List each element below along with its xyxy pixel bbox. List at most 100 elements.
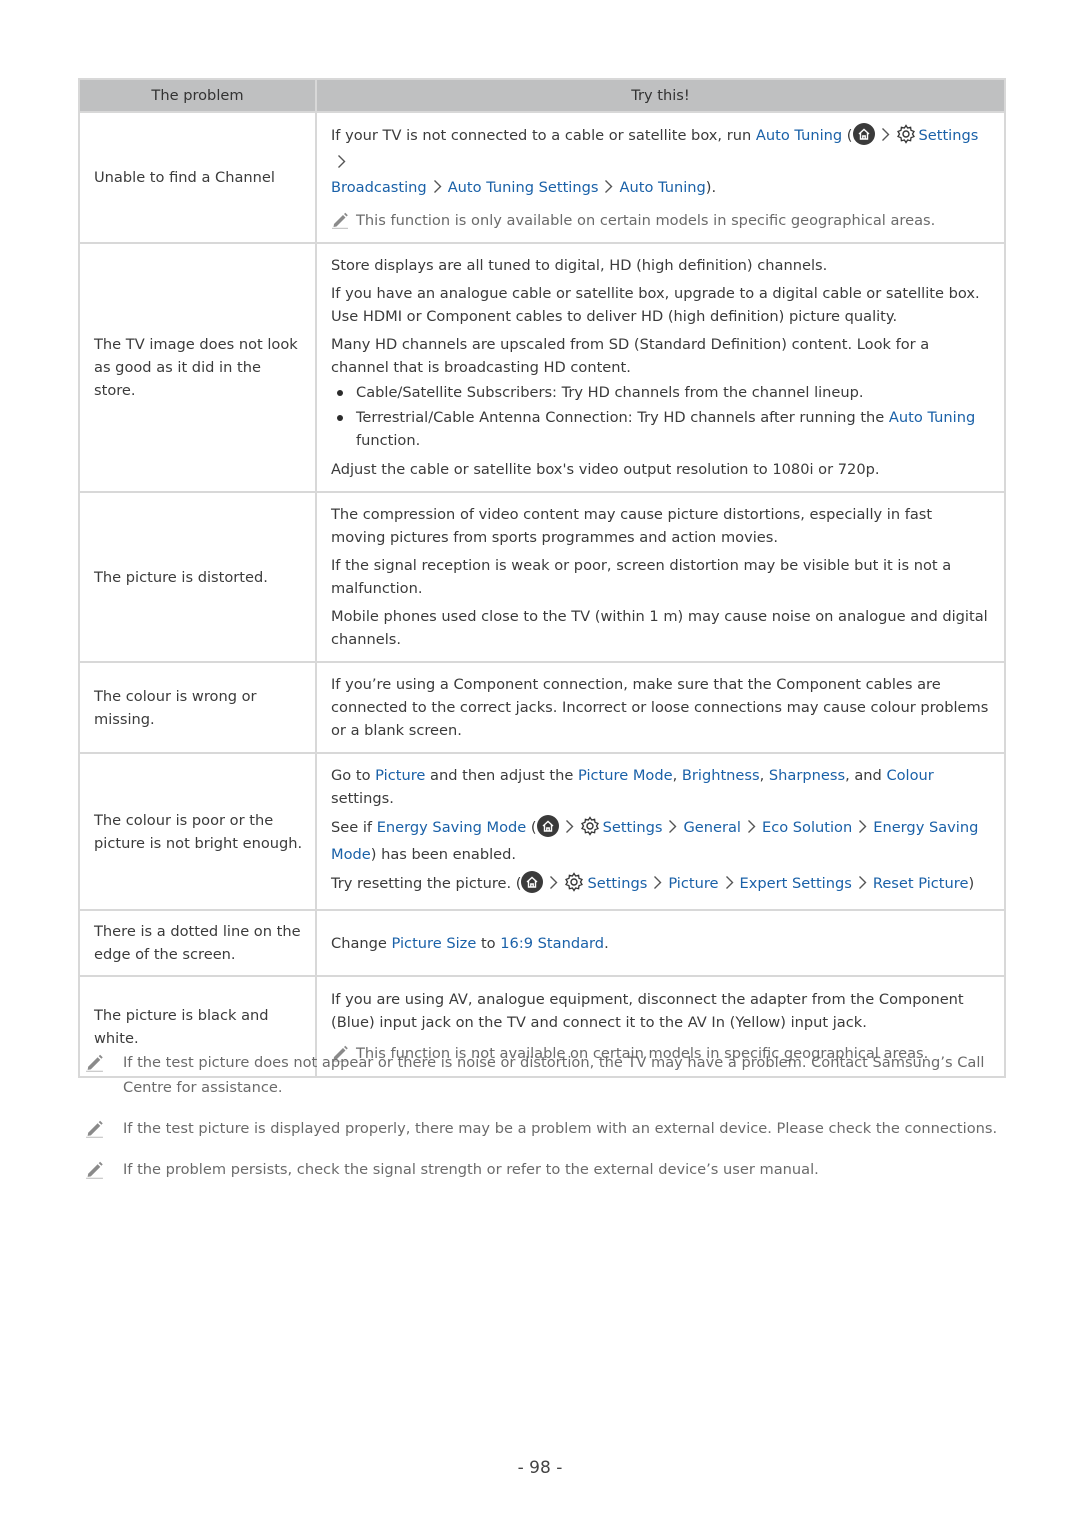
problem-cell: Unable to find a Channel bbox=[78, 111, 317, 244]
solution-paragraph: If the signal reception is weak or poor,… bbox=[331, 557, 952, 597]
text: ) has been enabled. bbox=[370, 846, 517, 863]
troubleshooting-table: The problem Try this! Unable to find a C… bbox=[78, 78, 1006, 1078]
bullet-item: Terrestrial/Cable Antenna Connection: Tr… bbox=[331, 406, 990, 452]
link-settings[interactable]: Settings bbox=[603, 819, 663, 836]
text: , bbox=[672, 767, 682, 784]
solution-paragraph: If you have an analogue cable or satelli… bbox=[331, 285, 980, 325]
solution-cell: If your TV is not connected to a cable o… bbox=[315, 111, 1006, 244]
solution-paragraph: Store displays are all tuned to digital,… bbox=[331, 257, 828, 274]
chevron-right-icon bbox=[725, 874, 734, 897]
text: Go to bbox=[331, 767, 376, 784]
solution-paragraph: The compression of video content may cau… bbox=[331, 506, 933, 546]
solution-paragraph: Change Picture Size to 16:9 Standard. bbox=[331, 932, 990, 955]
text: If your TV is not connected to a cable o… bbox=[331, 127, 756, 144]
note: This function is only available on certa… bbox=[331, 209, 990, 232]
header-problem: The problem bbox=[78, 78, 317, 113]
solution-paragraph: If you’re using a Component connection, … bbox=[331, 676, 989, 739]
solution-paragraph: If you are using AV, analogue equipment,… bbox=[331, 991, 964, 1031]
footnote: If the test picture is displayed properl… bbox=[78, 1116, 1008, 1141]
footnote-text: If the test picture does not appear or t… bbox=[123, 1054, 985, 1096]
link-picture[interactable]: Picture bbox=[375, 767, 425, 784]
text: to bbox=[476, 934, 501, 952]
link-16-9-standard[interactable]: 16:9 Standard bbox=[500, 935, 604, 952]
header-solution: Try this! bbox=[315, 78, 1006, 113]
solution-paragraph: Many HD channels are upscaled from SD (S… bbox=[331, 336, 930, 376]
text: ). bbox=[705, 179, 717, 196]
chevron-right-icon bbox=[858, 818, 867, 841]
problem-cell: The picture is distorted. bbox=[78, 491, 317, 663]
table-row: The colour is wrong or missing. If you’r… bbox=[78, 661, 1006, 754]
link-settings[interactable]: Settings bbox=[587, 875, 647, 892]
chevron-right-icon bbox=[337, 153, 346, 176]
solution-cell: If you’re using a Component connection, … bbox=[315, 661, 1006, 754]
chevron-right-icon bbox=[668, 818, 677, 841]
solution-paragraph: Adjust the cable or satellite box's vide… bbox=[331, 461, 880, 478]
text: Try resetting the picture. ( bbox=[331, 875, 522, 892]
chevron-right-icon bbox=[433, 178, 442, 201]
table-header-row: The problem Try this! bbox=[78, 78, 1006, 113]
problem-cell: The colour is poor or the picture is not… bbox=[78, 752, 317, 911]
footnote: If the test picture does not appear or t… bbox=[78, 1050, 1008, 1100]
pencil-icon bbox=[86, 1161, 103, 1179]
link-general[interactable]: General bbox=[683, 819, 741, 836]
chevron-right-icon bbox=[747, 818, 756, 841]
gear-icon bbox=[564, 872, 584, 899]
link-picture-size[interactable]: Picture Size bbox=[392, 935, 477, 952]
link-auto-tuning[interactable]: Auto Tuning bbox=[889, 409, 975, 426]
footnotes: If the test picture does not appear or t… bbox=[78, 1050, 1008, 1198]
problem-cell: The TV image does not look as good as it… bbox=[78, 242, 317, 493]
chevron-right-icon bbox=[858, 874, 867, 897]
table-row: There is a dotted line on the edge of th… bbox=[78, 909, 1006, 977]
home-icon bbox=[521, 871, 544, 893]
link-expert-settings[interactable]: Expert Settings bbox=[740, 875, 852, 892]
chevron-right-icon bbox=[604, 178, 613, 201]
solution-paragraph: If your TV is not connected to a cable o… bbox=[331, 123, 990, 201]
table-row: The colour is poor or the picture is not… bbox=[78, 752, 1006, 911]
link-auto-tuning[interactable]: Auto Tuning bbox=[756, 127, 842, 144]
pencil-icon bbox=[86, 1054, 103, 1072]
chevron-right-icon bbox=[549, 874, 558, 897]
text: function. bbox=[356, 432, 421, 449]
pencil-icon bbox=[332, 212, 348, 229]
text: , bbox=[759, 767, 769, 784]
gear-icon bbox=[580, 816, 600, 843]
problem-cell: There is a dotted line on the edge of th… bbox=[78, 909, 317, 977]
page-number: - 98 - bbox=[517, 1458, 563, 1478]
link-settings[interactable]: Settings bbox=[919, 127, 979, 144]
text: , and bbox=[845, 767, 887, 784]
text: See if bbox=[331, 819, 377, 836]
link-auto-tuning[interactable]: Auto Tuning bbox=[619, 179, 705, 196]
text: . bbox=[604, 934, 609, 952]
solution-cell: Change Picture Size to 16:9 Standard. bbox=[315, 909, 1006, 977]
text: Change bbox=[331, 934, 392, 952]
text: settings. bbox=[331, 790, 394, 807]
link-sharpness[interactable]: Sharpness bbox=[769, 767, 845, 784]
link-auto-tuning-settings[interactable]: Auto Tuning Settings bbox=[448, 179, 599, 196]
bullet-item: Cable/Satellite Subscribers: Try HD chan… bbox=[331, 381, 990, 404]
pencil-icon bbox=[86, 1120, 103, 1138]
solution-cell: Store displays are all tuned to digital,… bbox=[315, 242, 1006, 493]
text: ) bbox=[968, 875, 975, 892]
link-energy-saving-mode[interactable]: Energy Saving Mode bbox=[377, 819, 527, 836]
link-reset-picture[interactable]: Reset Picture bbox=[873, 875, 969, 892]
text: ( bbox=[526, 819, 537, 836]
link-picture[interactable]: Picture bbox=[668, 875, 718, 892]
solution-cell: The compression of video content may cau… bbox=[315, 491, 1006, 663]
link-colour[interactable]: Colour bbox=[886, 767, 933, 784]
table-row: The TV image does not look as good as it… bbox=[78, 242, 1006, 493]
home-icon bbox=[852, 123, 875, 145]
footnote-text: If the problem persists, check the signa… bbox=[123, 1161, 819, 1178]
link-brightness[interactable]: Brightness bbox=[682, 767, 760, 784]
gear-icon bbox=[896, 124, 916, 151]
solution-paragraph: See if Energy Saving Mode ( Settings Gener… bbox=[331, 815, 990, 866]
table-row: The picture is distorted. The compressio… bbox=[78, 491, 1006, 663]
link-broadcasting[interactable]: Broadcasting bbox=[331, 179, 427, 196]
bullet-list: Cable/Satellite Subscribers: Try HD chan… bbox=[331, 381, 990, 452]
link-eco-solution[interactable]: Eco Solution bbox=[762, 819, 852, 836]
home-icon bbox=[536, 815, 559, 837]
link-picture-mode[interactable]: Picture Mode bbox=[578, 767, 673, 784]
problem-cell: The colour is wrong or missing. bbox=[78, 661, 317, 754]
chevron-right-icon bbox=[565, 818, 574, 841]
solution-cell: Go to Picture and then adjust the Pictur… bbox=[315, 752, 1006, 911]
table-row: Unable to find a Channel If your TV is n… bbox=[78, 111, 1006, 244]
